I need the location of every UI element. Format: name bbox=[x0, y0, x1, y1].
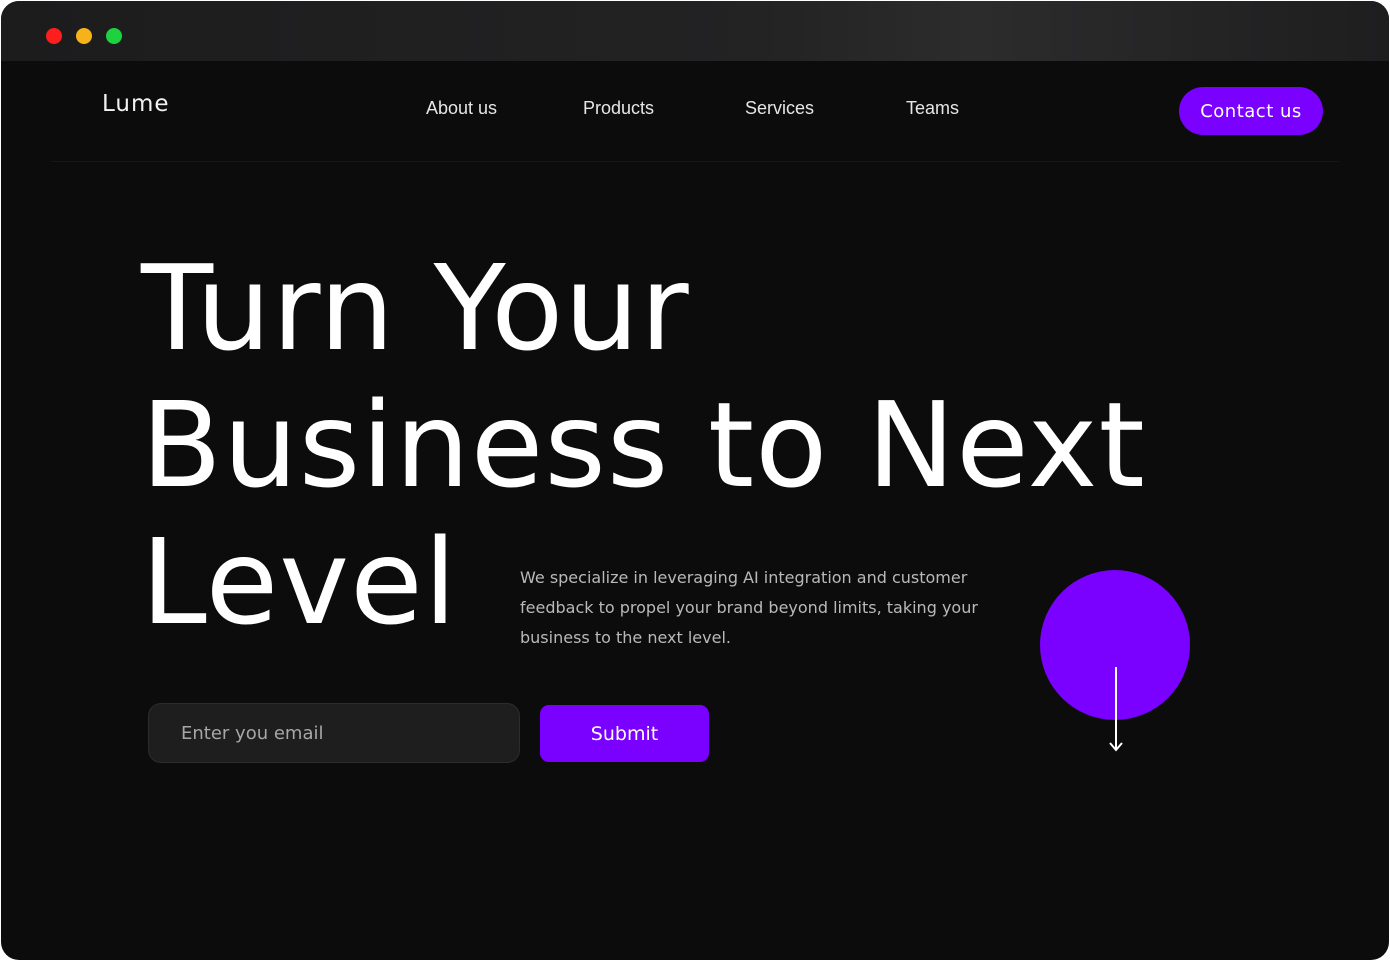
nav-link-products[interactable]: Products bbox=[583, 98, 654, 119]
browser-window: Lume About us Products Services Teams Co… bbox=[1, 1, 1389, 960]
hero-title-line-2: Business to Next bbox=[141, 376, 1146, 514]
window-titlebar bbox=[1, 1, 1389, 61]
submit-button[interactable]: Submit bbox=[540, 705, 709, 762]
nav-link-teams[interactable]: Teams bbox=[906, 98, 959, 119]
nav-link-about-us[interactable]: About us bbox=[426, 98, 497, 119]
nav-link-services[interactable]: Services bbox=[745, 98, 814, 119]
email-input[interactable] bbox=[148, 703, 520, 763]
close-window-button[interactable] bbox=[46, 28, 62, 44]
hero-title-line-3: Level bbox=[141, 513, 458, 651]
arrow-down-icon[interactable] bbox=[1106, 667, 1126, 753]
minimize-window-button[interactable] bbox=[76, 28, 92, 44]
contact-us-button[interactable]: Contact us bbox=[1179, 87, 1323, 135]
maximize-window-button[interactable] bbox=[106, 28, 122, 44]
hero-title-line-1: Turn Your bbox=[141, 239, 690, 377]
site-logo[interactable]: Lume bbox=[102, 91, 170, 117]
hero-description: We specialize in leveraging AI integrati… bbox=[520, 568, 978, 647]
header-divider bbox=[51, 161, 1339, 162]
